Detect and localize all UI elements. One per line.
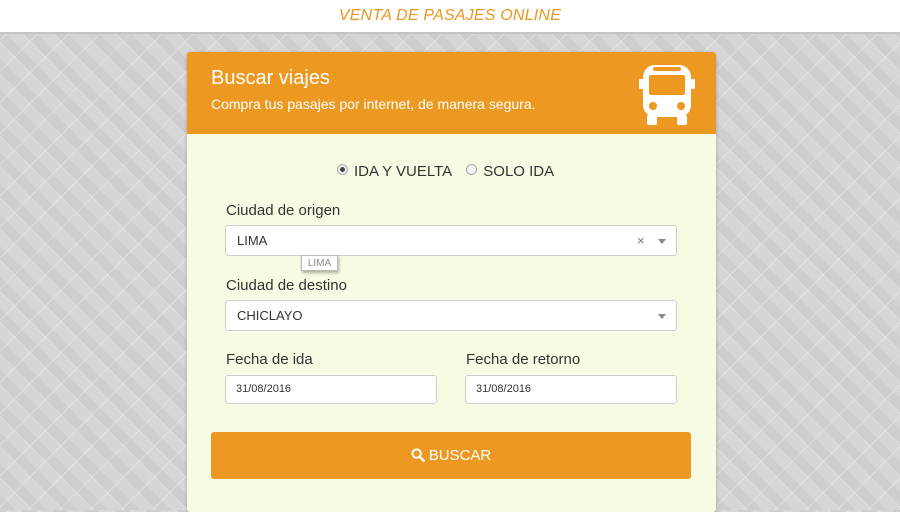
panel-header: Buscar viajes Compra tus pasajes por int… [187, 52, 716, 134]
destination-value: CHICLAYO [237, 308, 303, 323]
destination-label: Ciudad de destino [226, 277, 347, 294]
search-panel: Buscar viajes Compra tus pasajes por int… [187, 52, 716, 512]
search-button[interactable]: BUSCAR [211, 432, 691, 479]
round-trip-label: IDA Y VUELTA [354, 163, 453, 180]
panel-title: Buscar viajes [211, 67, 330, 89]
return-label: Fecha de retorno [466, 351, 581, 368]
destination-select[interactable]: CHICLAYO [225, 300, 677, 331]
clear-icon[interactable]: × [637, 226, 645, 255]
trip-type-group: IDA Y VUELTA SOLO IDA [337, 163, 564, 180]
chevron-down-icon[interactable] [658, 314, 666, 319]
trip-option-round[interactable]: IDA Y VUELTA [337, 163, 452, 180]
radio-round-trip[interactable] [337, 164, 348, 175]
chevron-down-icon[interactable] [658, 239, 666, 244]
return-date-input[interactable]: 31/08/2016 [465, 375, 677, 404]
origin-select[interactable]: LIMA × [225, 225, 677, 256]
origin-tooltip: LIMA [301, 255, 338, 271]
site-title: VENTA DE PASAJES ONLINE [338, 7, 562, 24]
departure-date-input[interactable]: 31/08/2016 [225, 375, 437, 404]
departure-label: Fecha de ida [226, 351, 313, 368]
bus-icon [639, 65, 695, 125]
origin-value: LIMA [237, 233, 268, 248]
search-button-label: BUSCAR [428, 447, 492, 464]
radio-one-way[interactable] [466, 164, 478, 175]
origin-label: Ciudad de origen [226, 202, 341, 219]
one-way-label: SOLO IDA [483, 163, 555, 180]
panel-subtitle: Compra tus pasajes por internet, de mane… [211, 96, 536, 112]
trip-option-oneway[interactable]: SOLO IDA [466, 163, 554, 180]
top-banner: VENTA DE PASAJES ONLINE [0, 0, 900, 34]
search-icon [411, 448, 425, 463]
